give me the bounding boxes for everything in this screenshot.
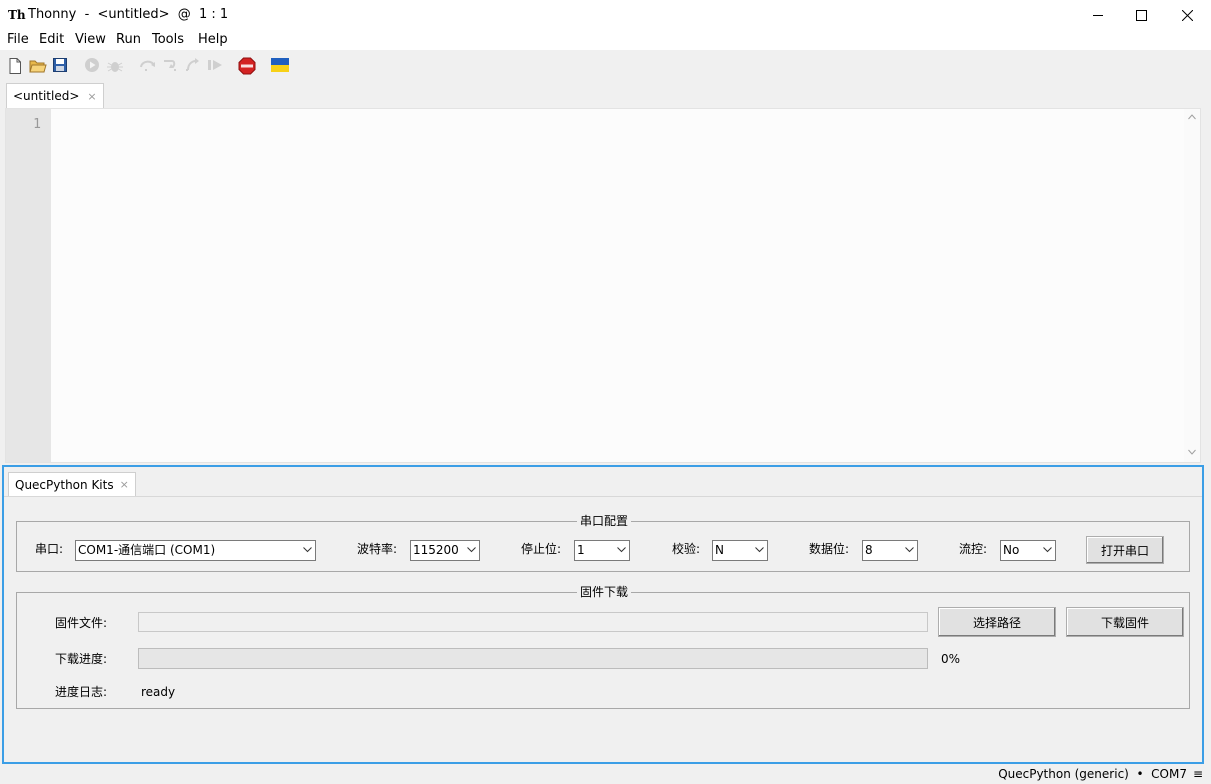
tab-label: <untitled> [13, 89, 80, 103]
window-title: Thonny - <untitled> @ 1 : 1 [28, 7, 229, 22]
tab-quecpython-kits[interactable]: QuecPython Kits × [8, 472, 136, 496]
baud-label: 波特率: [357, 542, 398, 556]
menu-file[interactable]: File [7, 32, 29, 48]
progress-log-value: ready [141, 685, 176, 699]
close-icon [1181, 9, 1193, 21]
chevron-down-icon [905, 547, 914, 553]
status-bar: QuecPython (generic) • COM7 ≡ [0, 764, 1211, 784]
menu-run[interactable]: Run [116, 32, 141, 48]
scroll-down-icon[interactable] [1188, 449, 1196, 457]
ukraine-flag-icon[interactable] [271, 57, 289, 75]
thonny-app-icon: Th [8, 8, 26, 22]
status-menu-icon[interactable]: ≡ [1193, 766, 1203, 782]
download-progress-bar [138, 648, 928, 669]
new-file-icon[interactable] [7, 57, 25, 75]
firmware-download-group: 固件下载 固件文件: 选择路径 下载固件 下载进度: 0% 进度日志: read… [16, 584, 1190, 709]
stopbits-label: 停止位: [521, 542, 562, 556]
save-icon[interactable] [52, 57, 70, 75]
close-panel-tab-icon[interactable]: × [120, 478, 129, 491]
open-serial-label: 打开串口 [1100, 543, 1149, 558]
stopbits-select[interactable]: 1 [574, 540, 630, 561]
parity-select[interactable]: N [712, 540, 768, 561]
tab-untitled[interactable]: <untitled> × [6, 83, 104, 108]
run-icon[interactable] [84, 57, 102, 75]
databits-value: 8 [865, 543, 873, 557]
chevron-down-icon [1043, 547, 1052, 553]
progress-log-label: 进度日志: [55, 685, 108, 699]
download-progress-label: 下载进度: [55, 652, 108, 666]
interpreter-status[interactable]: QuecPython (generic) • COM7 [998, 766, 1187, 782]
port-select[interactable]: COM1-通信端口 (COM1) [75, 540, 316, 561]
code-editor[interactable]: 1 [5, 108, 1201, 463]
menu-view[interactable]: View [75, 32, 106, 48]
title-bar: Th Thonny - <untitled> @ 1 : 1 [0, 0, 1211, 30]
open-file-icon[interactable] [29, 57, 47, 75]
chevron-down-icon [303, 547, 312, 553]
step-over-icon[interactable] [139, 57, 157, 75]
chevron-down-icon [467, 547, 476, 553]
flow-select[interactable]: No [1000, 540, 1056, 561]
choose-path-label: 选择路径 [972, 615, 1021, 630]
firmware-download-title: 固件下载 [577, 584, 632, 600]
minimize-button[interactable] [1075, 0, 1121, 30]
step-into-icon[interactable] [162, 57, 180, 75]
vertical-scrollbar[interactable] [1184, 109, 1200, 462]
menu-edit[interactable]: Edit [39, 32, 64, 48]
firmware-file-label: 固件文件: [55, 616, 108, 630]
line-number-gutter: 1 [6, 109, 51, 462]
close-window-button[interactable] [1164, 0, 1210, 30]
databits-select[interactable]: 8 [862, 540, 918, 561]
chevron-down-icon [617, 547, 626, 553]
baud-select[interactable]: 115200 [410, 540, 480, 561]
flow-value: No [1003, 543, 1020, 557]
scroll-up-icon[interactable] [1188, 114, 1196, 122]
panel-tab-label: QuecPython Kits [15, 477, 114, 492]
parity-label: 校验: [672, 542, 701, 556]
baud-value: 115200 [413, 543, 459, 557]
quecpython-kits-panel: QuecPython Kits × 串口配置 串口: COM1-通信端口 (CO… [2, 465, 1204, 764]
menu-tools[interactable]: Tools [152, 32, 184, 48]
stop-icon[interactable] [238, 57, 256, 75]
resume-icon[interactable] [206, 57, 224, 75]
editor-tab-bar: <untitled> × [0, 82, 1211, 108]
panel-divider [4, 496, 1202, 497]
line-number: 1 [33, 117, 41, 132]
parity-value: N [715, 543, 724, 557]
flow-label: 流控: [959, 542, 988, 556]
serial-config-group: 串口配置 串口: COM1-通信端口 (COM1) 波特率: 115200 停止… [16, 513, 1190, 572]
download-firmware-button[interactable]: 下载固件 [1066, 607, 1184, 637]
close-tab-icon[interactable]: × [87, 90, 96, 103]
firmware-file-field[interactable] [138, 612, 928, 632]
stopbits-value: 1 [577, 543, 585, 557]
chevron-down-icon [755, 547, 764, 553]
menu-bar: File Edit View Run Tools Help [0, 30, 1211, 50]
minimize-icon [1092, 14, 1103, 16]
port-label: 串口: [35, 542, 64, 556]
step-out-icon[interactable] [184, 57, 202, 75]
menu-help[interactable]: Help [198, 32, 228, 48]
debug-icon[interactable] [106, 57, 124, 75]
serial-config-title: 串口配置 [577, 513, 632, 529]
port-value: COM1-通信端口 (COM1) [78, 543, 216, 557]
choose-path-button[interactable]: 选择路径 [938, 607, 1056, 637]
download-firmware-label: 下载固件 [1100, 615, 1149, 630]
open-serial-button[interactable]: 打开串口 [1086, 536, 1164, 564]
progress-percent: 0% [941, 652, 961, 666]
maximize-icon [1135, 9, 1147, 21]
databits-label: 数据位: [809, 542, 850, 556]
maximize-button[interactable] [1118, 0, 1164, 30]
toolbar [0, 50, 1211, 82]
